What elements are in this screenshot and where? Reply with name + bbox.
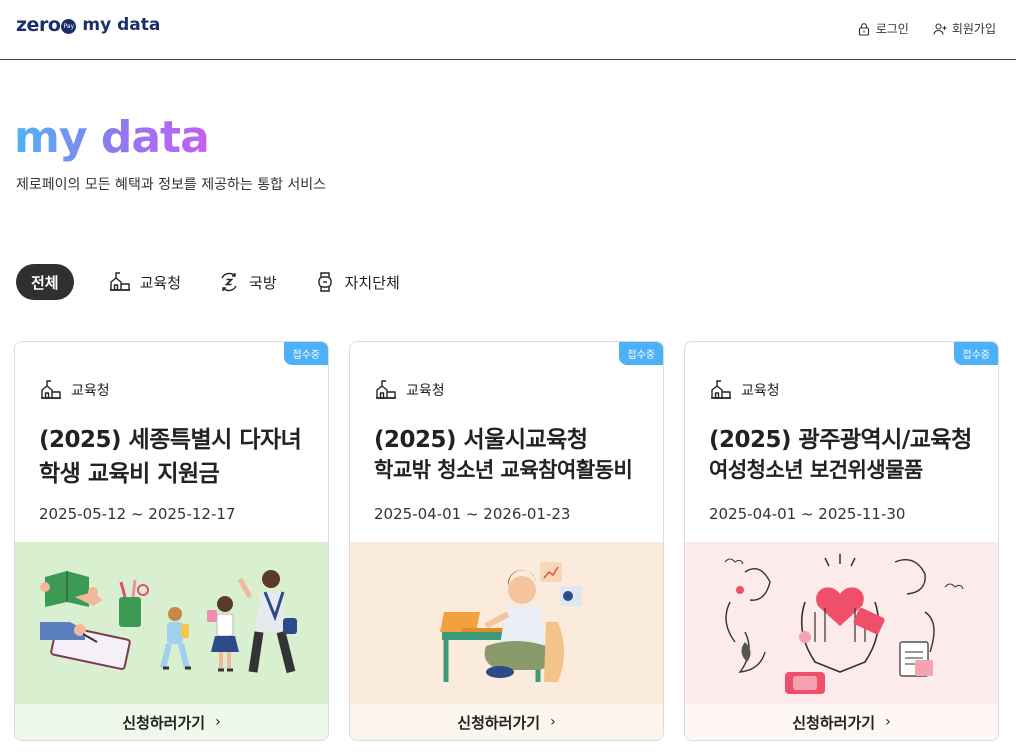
defense-icon — [221, 272, 237, 292]
card-title: (2025) 광주광역시/교육청 — [709, 427, 972, 453]
tab-local-government[interactable]: 자치단체 — [313, 264, 400, 300]
card-title-line2: 학교밖 청소년 교육참여활동비 — [374, 458, 633, 482]
health-care-illustration — [685, 542, 998, 704]
card-category: 교육청 — [709, 378, 780, 402]
card-title: (2025) 서울시교육청 — [374, 427, 588, 453]
card-period: 2025-05-12 ~ 2025-12-17 — [39, 505, 236, 523]
school-icon — [41, 380, 61, 399]
tab-education-office[interactable]: 교육청 — [108, 264, 181, 300]
local-gov-icon — [317, 272, 332, 292]
apply-button[interactable]: 신청하러가기 › — [685, 704, 998, 740]
page-subtitle: 제로페이의 모든 혜택과 정보를 제공하는 통합 서비스 — [16, 177, 327, 193]
school-icon — [711, 380, 731, 399]
card-illustration — [15, 542, 328, 704]
card-category: 교육청 — [374, 378, 445, 402]
apply-label: 신청하러가기 — [792, 713, 876, 732]
school-icon — [109, 272, 130, 291]
program-card[interactable]: 접수중 교육청 (2025) 서울시교육청 학교밖 청소년 교육참여활동비 20… — [349, 341, 664, 741]
status-badge: 접수중 — [619, 342, 663, 365]
card-title-line2: 학생 교육비 지원금 — [39, 461, 220, 487]
login-label: 로그인 — [875, 22, 909, 36]
apply-label: 신청하러가기 — [457, 713, 541, 732]
card-illustration — [350, 542, 663, 704]
chevron-right-icon: › — [215, 714, 221, 730]
card-title: (2025) 세종특별시 다자녀 — [39, 427, 302, 453]
tab-defense-label: 국방 — [249, 273, 277, 292]
logo-mydata-text: my data — [82, 15, 161, 35]
tab-all[interactable]: 전체 — [16, 264, 74, 300]
tab-defense[interactable]: 국방 — [217, 264, 277, 300]
chevron-right-icon: › — [885, 714, 891, 730]
tab-education-office-label: 교육청 — [139, 273, 182, 292]
card-category-label: 교육청 — [71, 383, 110, 399]
youth-study-illustration — [350, 542, 663, 704]
lock-icon — [858, 22, 869, 36]
tab-local-government-label: 자치단체 — [344, 273, 400, 292]
card-category-label: 교육청 — [741, 383, 780, 399]
page-title: my data — [14, 112, 210, 163]
signup-link[interactable]: 회원가입 — [933, 20, 996, 37]
add-user-icon — [933, 22, 947, 35]
program-card[interactable]: 접수중 교육청 (2025) 세종특별시 다자녀 학생 교육비 지원금 2025… — [14, 341, 329, 741]
card-period: 2025-04-01 ~ 2026-01-23 — [374, 505, 571, 523]
card-illustration — [685, 542, 998, 704]
card-category: 교육청 — [39, 378, 110, 402]
header-nav: 로그인 회원가입 — [857, 20, 996, 37]
family-education-illustration — [15, 542, 328, 704]
school-icon — [376, 380, 396, 399]
top-header: zero Pay my data 로그인 회원가입 — [0, 0, 1016, 60]
apply-button[interactable]: 신청하러가기 › — [15, 704, 328, 740]
status-badge: 접수중 — [284, 342, 328, 365]
signup-label: 회원가입 — [951, 22, 996, 36]
program-card[interactable]: 접수중 교육청 (2025) 광주광역시/교육청 여성청소년 보건위생물품 20… — [684, 341, 999, 741]
status-badge: 접수중 — [954, 342, 998, 365]
apply-button[interactable]: 신청하러가기 › — [350, 704, 663, 740]
logo[interactable]: zero Pay my data — [16, 14, 160, 36]
category-tabs: 전체 교육청 국방 자치단체 — [16, 264, 436, 300]
logo-zero-text: zero — [16, 14, 61, 36]
card-title-line2: 여성청소년 보건위생물품 — [709, 458, 923, 482]
login-link[interactable]: 로그인 — [857, 20, 909, 37]
card-period: 2025-04-01 ~ 2025-11-30 — [709, 505, 906, 523]
chevron-right-icon: › — [550, 714, 556, 730]
logo-pay-badge: Pay — [61, 18, 77, 34]
tab-all-label: 전체 — [31, 273, 59, 292]
card-category-label: 교육청 — [406, 383, 445, 399]
apply-label: 신청하러가기 — [122, 713, 206, 732]
